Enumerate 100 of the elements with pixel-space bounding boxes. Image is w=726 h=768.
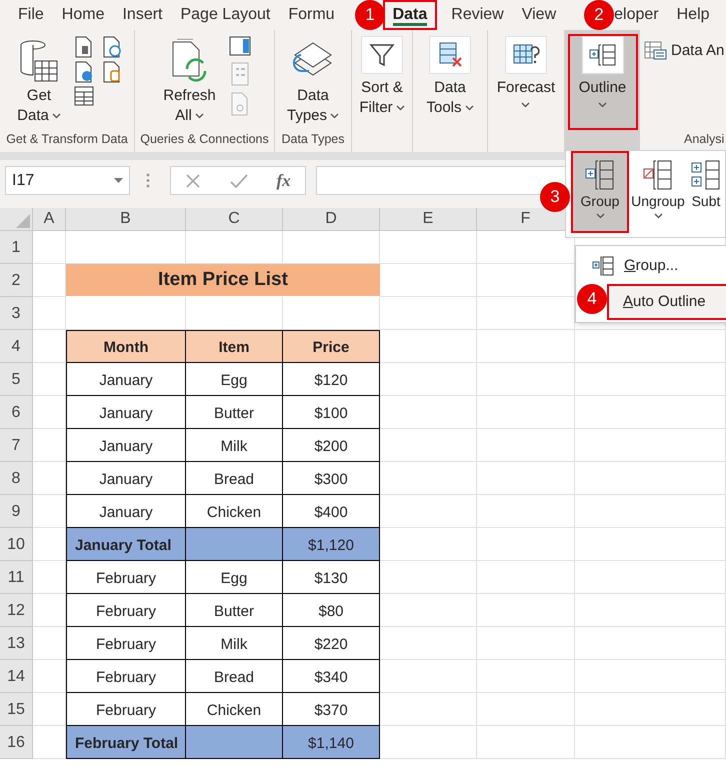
ribbon-button[interactable]: Forecast [492, 34, 560, 130]
column-header[interactable]: C [228, 207, 240, 231]
empty-cell[interactable] [380, 495, 477, 528]
recent-file-icon[interactable] [102, 36, 122, 58]
empty-cell[interactable] [380, 693, 477, 726]
menu-tab[interactable]: Data [382, 0, 438, 30]
empty-cell[interactable] [477, 528, 575, 561]
row-header[interactable]: 3 [0, 297, 33, 330]
empty-cell[interactable] [575, 627, 726, 660]
empty-cell[interactable] [477, 693, 575, 726]
empty-cell[interactable] [477, 495, 575, 528]
empty-cell[interactable] [575, 396, 726, 429]
empty-cell[interactable] [380, 627, 477, 660]
row-header[interactable]: 2 [0, 264, 33, 297]
text-file-icon[interactable] [74, 36, 94, 58]
menu-tab[interactable]: Help [672, 0, 714, 30]
empty-cell[interactable] [380, 396, 477, 429]
row-header[interactable]: 11 [0, 561, 33, 594]
empty-cell[interactable] [380, 660, 477, 693]
empty-cell[interactable] [380, 594, 477, 627]
empty-cell[interactable] [477, 396, 575, 429]
table-icon[interactable] [74, 86, 94, 106]
row-header[interactable]: 13 [0, 627, 33, 660]
empty-cell[interactable] [575, 528, 726, 561]
empty-cell[interactable] [575, 330, 726, 363]
empty-cell[interactable] [477, 726, 575, 759]
insert-function-button[interactable]: fx [276, 168, 291, 194]
column-header[interactable]: F [520, 207, 530, 231]
menu-tab[interactable]: Page Layout [176, 0, 274, 30]
subtotal-button[interactable]: Subt [687, 151, 725, 233]
database-file-icon[interactable] [102, 61, 122, 83]
column-header[interactable]: B [120, 207, 131, 231]
drag-handle-icon[interactable] [146, 173, 150, 188]
web-file-icon[interactable] [74, 61, 94, 83]
menu-tab[interactable]: Formu [284, 0, 339, 30]
empty-cell[interactable] [380, 429, 477, 462]
empty-cell[interactable] [477, 330, 575, 363]
ungroup-button[interactable]: Ungroup [629, 151, 687, 233]
empty-cell[interactable] [380, 231, 477, 264]
empty-cell[interactable] [575, 726, 726, 759]
empty-cell[interactable] [380, 297, 477, 330]
row-header[interactable]: 14 [0, 660, 33, 693]
menu-tab[interactable]: Review [447, 0, 508, 30]
row-header[interactable]: 4 [0, 330, 33, 363]
pane-icon[interactable] [228, 36, 251, 56]
enter-icon[interactable] [230, 172, 248, 188]
menu-tab[interactable]: Home [58, 0, 108, 30]
chevron-down-icon [521, 102, 530, 108]
table-cell: January [66, 429, 186, 462]
column-header[interactable]: A [44, 207, 54, 231]
row-header[interactable]: 6 [0, 396, 33, 429]
row-header[interactable]: 12 [0, 594, 33, 627]
row-header[interactable]: 15 [0, 693, 33, 726]
row-header[interactable]: 16 [0, 726, 33, 759]
column-header[interactable]: D [325, 207, 337, 231]
empty-cell[interactable] [575, 495, 726, 528]
data-analysis-button[interactable]: Data An [642, 38, 726, 64]
ribbon-button[interactable]: Data Types [282, 34, 344, 130]
ribbon-button[interactable]: Sort & Filter [354, 34, 410, 130]
ribbon-button[interactable]: Refresh All [158, 34, 221, 130]
chevron-down-icon [598, 102, 607, 108]
row-header[interactable]: 5 [0, 363, 33, 396]
cancel-icon[interactable] [185, 172, 202, 188]
ribbon-button[interactable]: Outline [568, 34, 638, 130]
empty-cell[interactable] [575, 429, 726, 462]
empty-cell[interactable] [477, 627, 575, 660]
row-header[interactable]: 8 [0, 462, 33, 495]
empty-cell[interactable] [575, 693, 726, 726]
empty-cell[interactable] [380, 561, 477, 594]
empty-cell[interactable] [477, 561, 575, 594]
empty-cell[interactable] [575, 363, 726, 396]
caret-icon [114, 178, 123, 183]
empty-cell[interactable] [380, 363, 477, 396]
empty-cell[interactable] [380, 462, 477, 495]
empty-cell[interactable] [477, 594, 575, 627]
menu-item[interactable]: Auto Outline [607, 284, 726, 320]
column-header[interactable]: E [422, 207, 434, 231]
table-cell: Bread [186, 462, 283, 495]
menu-tab[interactable]: File [14, 0, 48, 30]
empty-cell[interactable] [477, 660, 575, 693]
empty-cell[interactable] [477, 363, 575, 396]
empty-cell[interactable] [477, 429, 575, 462]
ribbon-button[interactable]: Data Tools [421, 34, 479, 130]
empty-cell[interactable] [575, 561, 726, 594]
menu-tab[interactable]: Insert [118, 0, 166, 30]
menu-tab[interactable]: View [518, 0, 560, 30]
name-box[interactable]: I17 [5, 166, 130, 195]
row-header[interactable]: 1 [0, 231, 33, 264]
empty-cell[interactable] [575, 594, 726, 627]
empty-cell[interactable] [575, 660, 726, 693]
menu-item[interactable]: Group... [576, 248, 726, 284]
empty-cell[interactable] [575, 462, 726, 495]
row-header[interactable]: 7 [0, 429, 33, 462]
chevron-down-icon [396, 105, 405, 111]
empty-cell[interactable] [477, 462, 575, 495]
row-header[interactable]: 10 [0, 528, 33, 561]
ribbon-button[interactable]: Get Data [12, 34, 66, 130]
row-header[interactable]: 9 [0, 495, 33, 528]
group-button[interactable]: Group [571, 151, 629, 233]
select-all-icon[interactable] [16, 214, 30, 228]
